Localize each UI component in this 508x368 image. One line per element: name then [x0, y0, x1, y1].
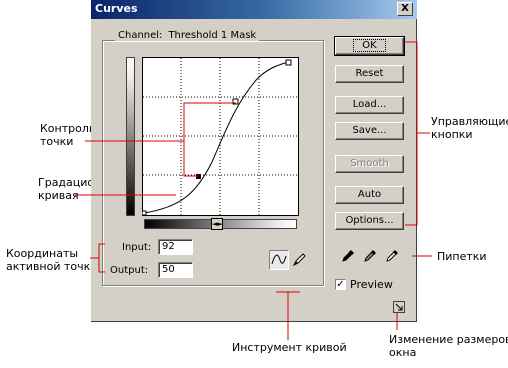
- callout-lines: [75, 41, 432, 340]
